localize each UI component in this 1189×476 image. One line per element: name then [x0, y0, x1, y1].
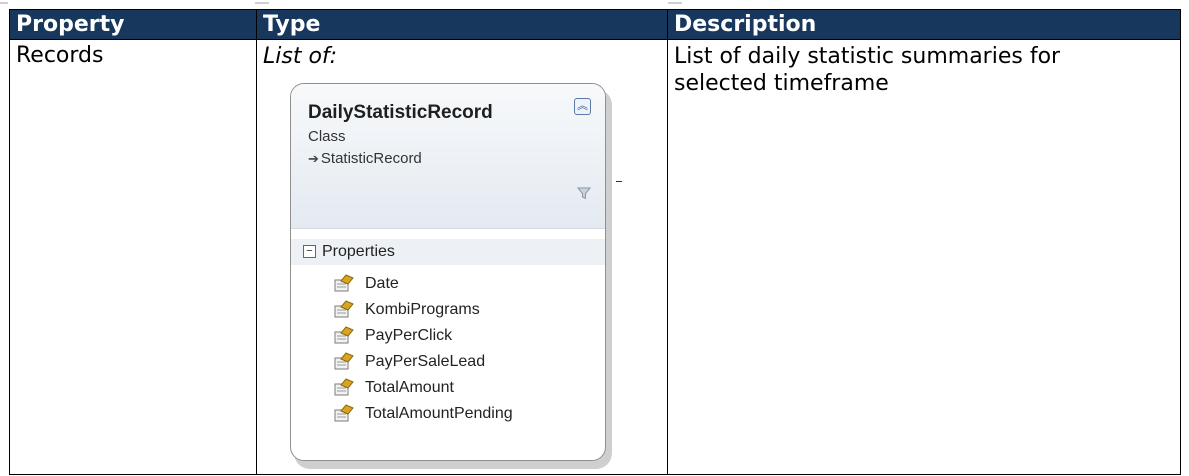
property-label: Date [365, 275, 399, 292]
connector-line [616, 181, 622, 182]
property-label: PayPerSaleLead [365, 353, 486, 370]
header-type: Type [256, 9, 668, 40]
property-icon [334, 274, 354, 292]
minus-box-icon[interactable]: − [303, 245, 316, 258]
property-icon [334, 404, 354, 422]
base-class-name: StatisticRecord [320, 150, 422, 167]
class-box[interactable]: DailyStatisticRecord Class ➔ StatisticRec… [290, 83, 606, 461]
class-base: ➔ StatisticRecord [308, 150, 422, 167]
list-item[interactable]: Date [291, 271, 605, 297]
property-label: PayPerClick [365, 327, 453, 344]
properties-section: − Properties Date KombiPrograms PayPerCl… [291, 229, 605, 427]
property-icon [334, 378, 354, 396]
class-name: DailyStatisticRecord [308, 102, 493, 123]
class-header: DailyStatisticRecord Class ➔ StatisticRec… [291, 84, 605, 229]
description-text: List of daily statistic summaries for se… [674, 44, 1061, 96]
property-label: KombiPrograms [365, 301, 480, 318]
class-kind: Class [308, 128, 346, 145]
property-cell: Records [9, 39, 257, 475]
property-table: Property Type Description Records List o… [9, 9, 1181, 475]
property-label: TotalAmountPending [365, 405, 513, 422]
description-cell: List of daily statistic summaries for se… [667, 39, 1181, 475]
header-property: Property [9, 9, 257, 40]
property-icon [334, 352, 354, 370]
header-description: Description [667, 9, 1181, 40]
type-label: List of: [263, 44, 338, 69]
property-icon [334, 300, 354, 318]
property-list: Date KombiPrograms PayPerClick PayPerSal… [291, 265, 605, 427]
section-label: Properties [322, 243, 395, 260]
list-item[interactable]: KombiPrograms [291, 297, 605, 323]
property-name: Records [16, 43, 104, 68]
filter-icon[interactable] [577, 186, 591, 200]
list-item[interactable]: PayPerSaleLead [291, 349, 605, 375]
list-item[interactable]: TotalAmount [291, 375, 605, 401]
table-row: Records List of: DailyStatisticRecord Cl… [9, 39, 1181, 475]
class-diagram: DailyStatisticRecord Class ➔ StatisticRec… [290, 83, 622, 471]
table-header-row: Property Type Description [9, 9, 1181, 40]
property-label: TotalAmount [365, 379, 454, 396]
section-header[interactable]: − Properties [291, 239, 605, 265]
list-item[interactable]: PayPerClick [291, 323, 605, 349]
collapse-up-icon[interactable]: ︽ [574, 98, 591, 115]
inheritance-arrow-icon: ➔ [308, 151, 319, 166]
list-item[interactable]: TotalAmountPending [291, 401, 605, 427]
type-cell: List of: DailyStatisticRecord Class ➔ Sta… [256, 39, 668, 475]
property-icon [334, 326, 354, 344]
